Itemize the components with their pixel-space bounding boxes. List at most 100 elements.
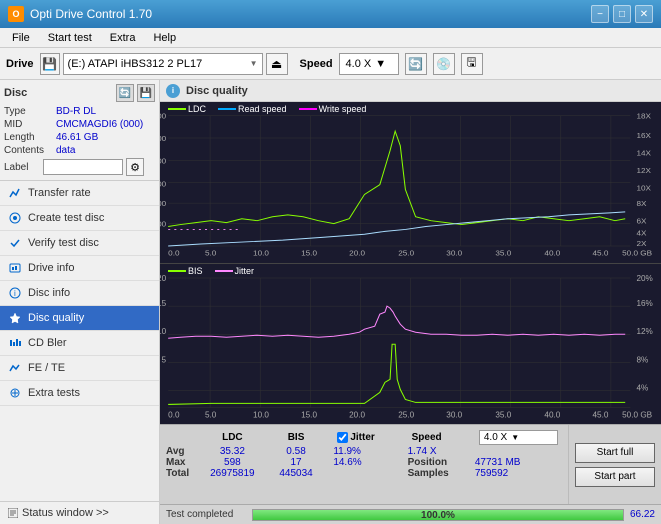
disc-label-input[interactable] [43,159,123,175]
col-header-jitter-check: Jitter [333,429,407,446]
disc-panel: Disc 🔄 💾 Type BD-R DL MID CMCMAGDI6 (000… [0,80,159,181]
fe-te-icon [8,361,22,375]
svg-text:5.0: 5.0 [205,410,217,419]
sidebar-item-label-verify-test-disc: Verify test disc [28,237,99,249]
legend-write-speed: Write speed [319,104,367,114]
drive-value: (E:) ATAPI iHBS312 2 PL17 [68,58,203,70]
sidebar-item-transfer-rate[interactable]: Transfer rate [0,181,159,206]
position-label: Position [408,457,475,468]
create-test-disc-icon [8,211,22,225]
action-buttons: Start full Start part [568,425,661,504]
svg-text:10.0: 10.0 [253,249,269,258]
svg-text:8%: 8% [636,355,648,364]
samples-value: 759592 [475,468,562,479]
speed-dropdown-arrow: ▼ [375,58,386,70]
maximize-button[interactable]: □ [613,5,631,23]
start-full-button[interactable]: Start full [575,443,655,463]
disc-type-row: Type BD-R DL [4,106,155,117]
drive-dropdown-arrow: ▼ [250,59,258,68]
disc-button[interactable]: 💿 [433,53,455,75]
svg-text:600: 600 [160,112,167,121]
disc-quality-icon [8,311,22,325]
svg-text:14X: 14X [636,149,651,158]
max-jitter: 14.6% [333,457,407,468]
sidebar-item-extra-tests[interactable]: Extra tests [0,381,159,406]
legend-jitter: Jitter [235,266,255,276]
bottom-chart: BIS Jitter [160,264,661,425]
svg-text:200: 200 [160,199,167,208]
samples-label: Samples [408,468,475,479]
drive-icon[interactable]: 💾 [40,53,60,75]
sidebar-item-label-create-test-disc: Create test disc [28,212,104,224]
drive-dropdown[interactable]: (E:) ATAPI iHBS312 2 PL17 ▼ [63,53,263,75]
start-part-button[interactable]: Start part [575,467,655,487]
total-bis: 445034 [269,468,324,479]
sidebar-item-label-drive-info: Drive info [28,262,74,274]
col-header-bis: BIS [269,429,324,446]
title-controls: − □ ✕ [591,5,653,23]
stats-speed-arrow: ▼ [511,433,519,442]
svg-text:15.0: 15.0 [301,249,317,258]
svg-text:20%: 20% [636,274,652,283]
sidebar-item-drive-info[interactable]: Drive info [0,256,159,281]
top-chart: LDC Read speed Write speed [160,102,661,264]
disc-label-text: Label [4,162,40,173]
progress-status: Test completed [166,509,246,520]
drive-info-icon [8,261,22,275]
save-button[interactable]: 🖫 [461,53,483,75]
svg-text:100: 100 [160,220,167,229]
menu-help[interactable]: Help [145,30,184,46]
disc-type-label: Type [4,106,56,117]
sidebar-item-disc-quality[interactable]: Disc quality [0,306,159,331]
disc-type-value: BD-R DL [56,106,96,117]
cd-bler-icon [8,336,22,350]
speed-display: 1.74 X [408,446,562,457]
disc-contents-label: Contents [4,145,56,156]
close-button[interactable]: ✕ [635,5,653,23]
menu-start-test[interactable]: Start test [40,30,100,46]
main-layout: Disc 🔄 💾 Type BD-R DL MID CMCMAGDI6 (000… [0,80,661,524]
stats-table: LDC BIS Jitter Speed [166,429,562,479]
sidebar-item-cd-bler[interactable]: CD Bler [0,331,159,356]
app-title: Opti Drive Control 1.70 [30,7,152,21]
progress-area: Test completed 100.0% 66.22 [160,504,661,524]
top-chart-legend: LDC Read speed Write speed [168,104,366,114]
menu-file[interactable]: File [4,30,38,46]
position-value: 47731 MB [475,457,562,468]
menu-bar: File Start test Extra Help [0,28,661,48]
charts-area: LDC Read speed Write speed [160,102,661,424]
disc-mid-label: MID [4,119,56,130]
disc-contents-row: Contents data [4,145,155,156]
title-bar: O Opti Drive Control 1.70 − □ ✕ [0,0,661,28]
disc-label-btn[interactable]: ⚙ [126,158,144,176]
disc-save-icon[interactable]: 💾 [137,84,155,102]
svg-text:12%: 12% [636,327,652,336]
disc-contents-value: data [56,145,75,156]
status-window-button[interactable]: Status window >> [0,501,159,524]
jitter-checkbox[interactable] [337,432,348,443]
eject-button[interactable]: ⏏ [266,53,288,75]
disc-mid-value: CMCMAGDI6 (000) [56,119,143,130]
disc-refresh-icon[interactable]: 🔄 [116,84,134,102]
disc-info-icon: i [8,286,22,300]
sidebar-item-disc-info[interactable]: i Disc info [0,281,159,306]
drive-select: 💾 (E:) ATAPI iHBS312 2 PL17 ▼ ⏏ [40,53,288,75]
stats-speed-dropdown[interactable]: 4.0 X ▼ [479,430,558,445]
speed-dropdown[interactable]: 4.0 X ▼ [339,53,399,75]
svg-text:4X: 4X [636,228,647,237]
sidebar-item-create-test-disc[interactable]: Create test disc [0,206,159,231]
sidebar: Disc 🔄 💾 Type BD-R DL MID CMCMAGDI6 (000… [0,80,160,524]
sidebar-item-label-disc-info: Disc info [28,287,70,299]
chart-header: i Disc quality [160,80,661,102]
refresh-button[interactable]: 🔄 [405,53,427,75]
svg-text:35.0: 35.0 [495,249,511,258]
disc-length-row: Length 46.61 GB [4,132,155,143]
bottom-chart-svg: 20 15 10 5 20% 16% 12% 8% 4% 0.0 5.0 10.… [160,264,661,425]
total-label: Total [166,468,196,479]
minimize-button[interactable]: − [591,5,609,23]
svg-text:35.0: 35.0 [495,410,511,419]
menu-extra[interactable]: Extra [102,30,144,46]
sidebar-item-verify-test-disc[interactable]: Verify test disc [0,231,159,256]
sidebar-item-fe-te[interactable]: FE / TE [0,356,159,381]
svg-text:15.0: 15.0 [301,410,317,419]
